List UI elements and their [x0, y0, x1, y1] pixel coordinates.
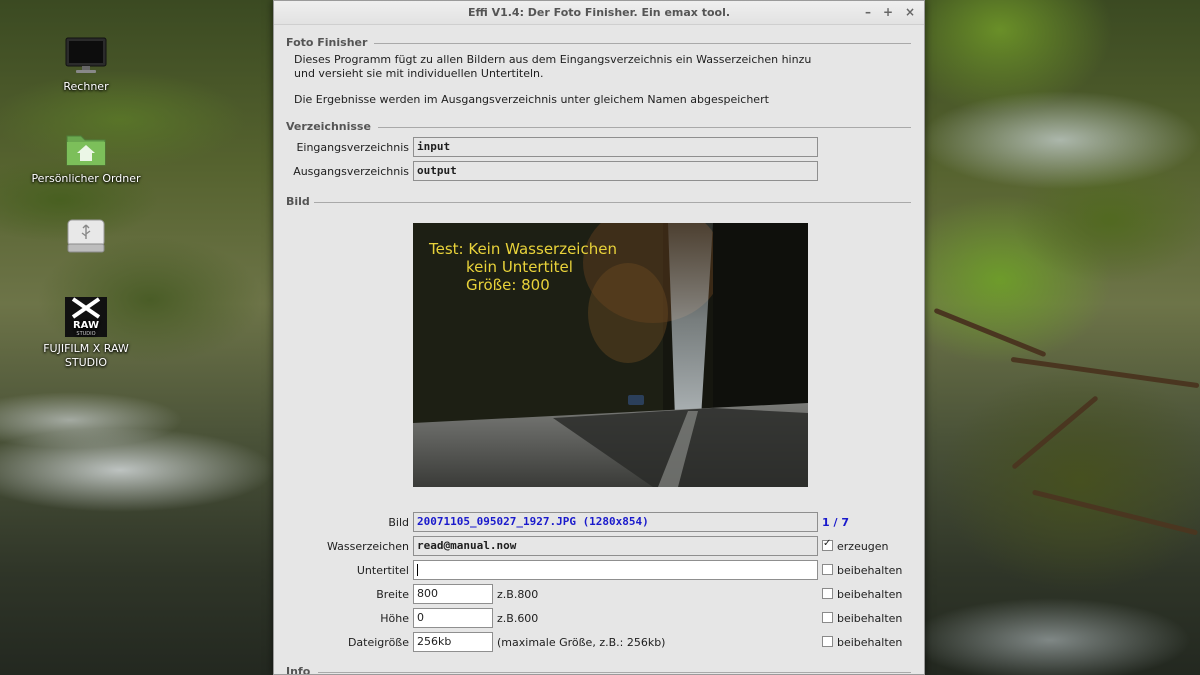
height-label: Höhe	[380, 612, 409, 625]
preview-overlay-line-2: kein Untertitel	[466, 258, 573, 276]
logo-studio-text: STUDIO	[76, 331, 95, 337]
wallpaper-branch	[1031, 489, 1199, 536]
input-dir-label: Eingangsverzeichnis	[296, 141, 409, 154]
subtitle-keep-checkbox[interactable]	[822, 564, 833, 575]
filesize-input[interactable]: 256kb	[413, 632, 493, 652]
description-line-1: Dieses Programm fügt zu allen Bildern au…	[294, 53, 812, 66]
computer-monitor-icon	[65, 37, 107, 73]
text-caret	[417, 564, 418, 576]
minimize-button[interactable]: –	[861, 5, 875, 19]
height-input[interactable]: 0	[413, 608, 493, 628]
filesize-keep-label: beibehalten	[837, 636, 903, 649]
filesize-hint: (maximale Größe, z.B.: 256kb)	[497, 636, 666, 649]
filesize-label: Dateigröße	[347, 636, 409, 649]
subtitle-label: Untertitel	[356, 564, 409, 577]
home-folder-icon	[66, 135, 106, 166]
image-filename-field[interactable]: 20071105_095027_1927.JPG (1280x854)	[413, 512, 818, 532]
watermark-erzeugen-checkbox[interactable]	[822, 538, 833, 551]
image-preview: Test: Kein Wasserzeichen kein Untertitel…	[413, 223, 808, 487]
height-hint: z.B.600	[497, 612, 539, 625]
watermark-erzeugen-label: erzeugen	[837, 540, 889, 553]
width-keep-checkbox[interactable]	[822, 588, 833, 599]
subtitle-input[interactable]	[413, 560, 818, 580]
width-keep-label: beibehalten	[837, 588, 903, 601]
desktop-icon-label: Rechner	[63, 80, 109, 93]
usb-drive-icon	[67, 219, 105, 253]
width-label: Breite	[376, 588, 409, 601]
description-line-3: Die Ergebnisse werden im Ausgangsverzeic…	[294, 93, 769, 106]
wallpaper-branch	[1010, 356, 1200, 389]
desktop-icon-fujifilm-x-raw-studio[interactable]: RAW STUDIO FUJIFILM X RAW STUDIO	[31, 296, 141, 370]
section-divider	[374, 43, 911, 44]
filesize-keep-checkbox[interactable]	[822, 636, 833, 647]
section-heading-bild: Bild	[286, 195, 310, 208]
wallpaper-branch	[933, 307, 1047, 358]
height-keep-checkbox[interactable]	[822, 612, 833, 623]
logo-raw-text: RAW	[73, 320, 99, 331]
desktop-icon-usb-drive[interactable]	[31, 216, 141, 260]
input-dir-field[interactable]: input	[413, 137, 818, 157]
preview-overlay-line-3: Größe: 800	[466, 276, 550, 294]
height-keep-label: beibehalten	[837, 612, 903, 625]
window-titlebar[interactable]: Effi V1.4: Der Foto Finisher. Ein emax t…	[274, 1, 924, 25]
section-divider	[318, 672, 911, 673]
width-hint: z.B.800	[497, 588, 539, 601]
section-heading-foto-finisher: Foto Finisher	[286, 36, 368, 49]
maximize-button[interactable]: +	[881, 5, 895, 19]
effi-window: Effi V1.4: Der Foto Finisher. Ein emax t…	[273, 0, 925, 675]
desktop-icon-label: Persönlicher Ordner	[31, 172, 141, 185]
section-heading-verzeichnisse: Verzeichnisse	[286, 120, 371, 133]
desktop-icon-label: FUJIFILM X RAW STUDIO	[43, 342, 129, 369]
width-input[interactable]: 800	[413, 584, 493, 604]
close-button[interactable]: ×	[903, 5, 917, 19]
subtitle-keep-label: beibehalten	[837, 564, 903, 577]
wallpaper-branch	[1011, 395, 1099, 470]
image-counter[interactable]: 1 / 7	[822, 516, 849, 529]
section-divider	[314, 202, 911, 203]
output-dir-field[interactable]: output	[413, 161, 818, 181]
desktop-icon-rechner[interactable]: Rechner	[31, 36, 141, 94]
section-divider	[378, 127, 911, 128]
section-heading-info: Info	[286, 665, 311, 675]
watermark-field[interactable]: read@manual.now	[413, 536, 818, 556]
watermark-label: Wasserzeichen	[326, 540, 409, 553]
image-label: Bild	[388, 516, 409, 529]
output-dir-label: Ausgangsverzeichnis	[293, 165, 409, 178]
description-line-2: und versieht sie mit individuellen Unter…	[294, 67, 544, 80]
window-title: Effi V1.4: Der Foto Finisher. Ein emax t…	[467, 6, 731, 19]
desktop-icon-personal-folder[interactable]: Persönlicher Ordner	[31, 130, 141, 186]
preview-overlay-line-1: Test: Kein Wasserzeichen	[429, 240, 617, 258]
fujifilm-x-raw-studio-icon: RAW STUDIO	[65, 297, 107, 337]
